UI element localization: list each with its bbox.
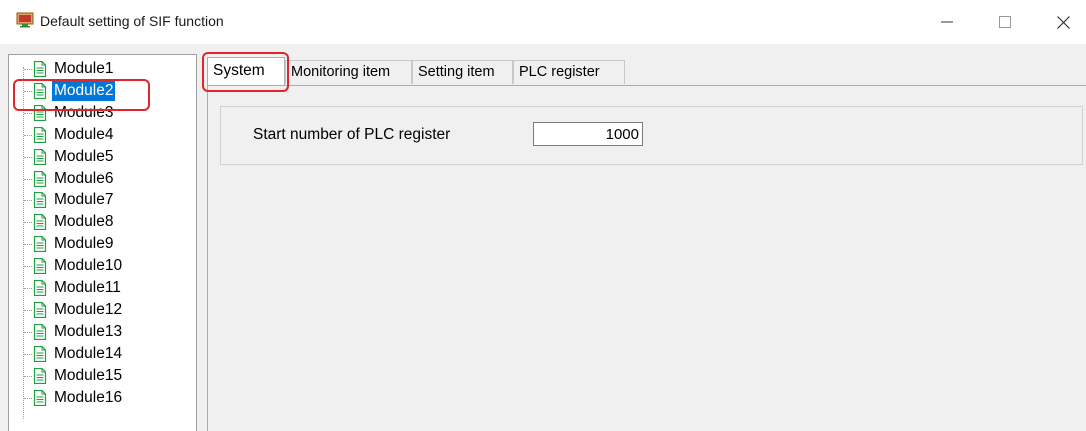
tree-item-label: Module14	[54, 344, 123, 362]
document-icon	[33, 389, 47, 406]
document-icon	[33, 301, 47, 318]
tree-connector	[24, 288, 32, 289]
tree-connector	[24, 178, 32, 180]
tree-item-label: Module11	[54, 279, 121, 296]
document-icon	[33, 126, 47, 143]
tree-item-label: Module6	[54, 169, 114, 187]
tree-connector	[24, 134, 32, 136]
document-icon	[33, 192, 47, 209]
maximize-icon	[999, 16, 1011, 28]
maximize-button[interactable]	[982, 0, 1028, 44]
minimize-button[interactable]	[924, 0, 970, 44]
dialog-body: Module1 Module2 Module3 Module4 Module5 Modul…	[0, 44, 1086, 431]
highlight-annotation-system-tab	[202, 52, 289, 92]
start-number-label: Start number of PLC register	[253, 126, 451, 143]
tree-connector	[24, 331, 32, 333]
document-icon	[33, 258, 47, 275]
tree-item-module7[interactable]: Module7	[9, 189, 195, 211]
tree-connector	[24, 69, 32, 70]
tree-item-module13[interactable]: Module13	[9, 321, 195, 343]
tree-connector	[24, 309, 32, 311]
tree-item-label: Module5	[54, 147, 114, 165]
minimize-icon	[941, 21, 953, 23]
tree-item-label: Module10	[54, 257, 123, 275]
close-button[interactable]	[1040, 0, 1086, 44]
tree-item-module14[interactable]: Module14	[9, 343, 195, 365]
document-icon	[33, 148, 47, 165]
tree-connector	[24, 353, 32, 355]
highlight-annotation-module2	[13, 79, 150, 111]
tree-item-module10[interactable]: Module10	[9, 255, 195, 277]
document-icon	[33, 61, 47, 77]
tree-item-label: Module15	[54, 366, 123, 384]
tree-connector	[24, 244, 32, 246]
tree-item-label: Module9	[54, 235, 114, 253]
tree-item-label: Module8	[54, 213, 114, 231]
start-number-input[interactable]	[533, 122, 643, 146]
tree-item-module4[interactable]: Module4	[9, 124, 195, 146]
title-bar: Default setting of SIF function	[0, 0, 1086, 44]
document-icon	[33, 367, 47, 384]
tree-item-label: Module13	[54, 322, 123, 340]
tree-item-module16[interactable]: Module16	[9, 387, 195, 409]
tree-item-module1[interactable]: Module1	[9, 58, 195, 80]
plc-register-group: Start number of PLC register	[220, 106, 1083, 165]
tree-item-label: Module16	[54, 388, 123, 406]
tree-item-label: Module12	[54, 300, 123, 318]
document-icon	[33, 280, 47, 296]
tree-connector	[24, 200, 32, 202]
document-icon	[33, 170, 47, 187]
close-icon	[1056, 15, 1070, 29]
tree-item-module6[interactable]: Module6	[9, 168, 195, 190]
tree-item-label: Module1	[54, 60, 114, 77]
document-icon	[33, 323, 47, 340]
document-icon	[33, 236, 47, 253]
tree-item-module15[interactable]: Module15	[9, 365, 195, 387]
tree-connector	[24, 266, 32, 268]
tab-plc-register[interactable]: PLC register	[513, 60, 625, 84]
tree-item-module11[interactable]: Module11	[9, 277, 195, 299]
document-icon	[33, 345, 47, 362]
tab-panel-system: Start number of PLC register	[207, 85, 1086, 431]
tree-connector	[24, 222, 32, 224]
app-icon	[16, 12, 34, 28]
tree-connector	[24, 156, 32, 158]
tree-item-label: Module7	[54, 191, 114, 209]
tree-connector	[24, 112, 32, 114]
tree-item-module8[interactable]: Module8	[9, 211, 195, 233]
window-title: Default setting of SIF function	[40, 13, 224, 29]
tree-item-module12[interactable]: Module12	[9, 299, 195, 321]
tree-item-module9[interactable]: Module9	[9, 233, 195, 255]
tree-connector	[24, 397, 32, 399]
tree-item-module5[interactable]: Module5	[9, 146, 195, 168]
tree-item-label: Module4	[54, 125, 114, 143]
document-icon	[33, 214, 47, 231]
tree-connector	[24, 375, 32, 377]
tab-monitoring-item[interactable]: Monitoring item	[285, 60, 412, 84]
tab-setting-item[interactable]: Setting item	[412, 60, 513, 84]
